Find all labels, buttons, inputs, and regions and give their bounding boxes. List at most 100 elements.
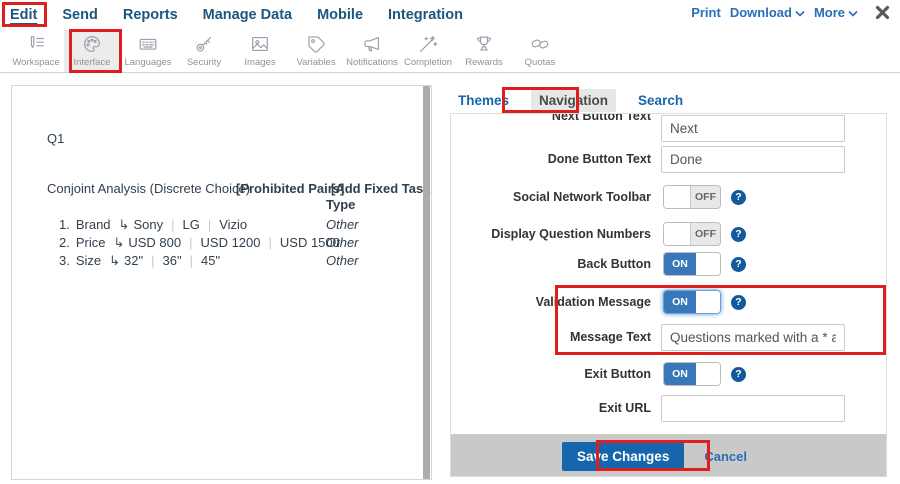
- attribute-definition: 1.Brand↳Sony|LG|Vizio: [59, 217, 247, 233]
- prohibited-pairs-link[interactable]: [Prohibited Pairs]: [236, 181, 344, 196]
- notifications-megaphone-icon: [361, 33, 383, 55]
- toggle-state-label: OFF: [690, 186, 720, 208]
- attribute-name: Price: [76, 235, 106, 250]
- level-separator: |: [269, 235, 272, 250]
- toolbar-item-interface[interactable]: Interface: [64, 30, 120, 72]
- level-separator: |: [208, 217, 211, 232]
- toggle-state-label: ON: [664, 291, 696, 313]
- toolbar-item-label: Variables: [297, 57, 336, 68]
- chevron-down-icon: [795, 5, 805, 20]
- toggle-state-label: OFF: [690, 223, 720, 245]
- nav-item-integration[interactable]: Integration: [388, 7, 463, 23]
- toggle-empty-segment: [696, 253, 720, 275]
- input-done-button-text[interactable]: [661, 146, 845, 173]
- field-label-next-button-text: Next Button Text: [451, 113, 661, 124]
- attribute-level: USD 800: [128, 235, 181, 250]
- workspace-icon: [25, 33, 47, 55]
- help-icon[interactable]: ?: [731, 367, 746, 382]
- tab-navigation[interactable]: Navigation: [531, 89, 616, 112]
- type-column-header: Type: [326, 197, 355, 212]
- field-label-back-button: Back Button: [451, 257, 661, 272]
- help-icon[interactable]: ?: [731, 190, 746, 205]
- rewards-trophy-icon: [473, 33, 495, 55]
- toolbar-item-workspace[interactable]: Workspace: [8, 30, 64, 72]
- toolbar-item-label: Quotas: [525, 57, 556, 68]
- left-panel-scrollbar[interactable]: [423, 86, 430, 479]
- form-row-done-button-text: Done Button Text: [451, 146, 886, 173]
- toggle-exit-button[interactable]: ON: [663, 362, 721, 386]
- input-exit-url[interactable]: [661, 395, 845, 422]
- attribute-type: Other: [326, 217, 359, 232]
- toolbar-item-quotas[interactable]: Quotas: [512, 30, 568, 72]
- toggle-empty-segment: [664, 186, 690, 208]
- input-next-button-text[interactable]: [661, 115, 845, 142]
- attribute-type: Other: [326, 235, 359, 250]
- toolbar-item-languages[interactable]: Languages: [120, 30, 176, 72]
- attribute-number: 3.: [59, 253, 70, 268]
- attribute-level: LG: [182, 217, 199, 232]
- level-separator: |: [171, 217, 174, 232]
- conjoint-attribute-row: 1.Brand↳Sony|LG|VizioOther: [12, 217, 431, 235]
- cancel-link[interactable]: Cancel: [704, 449, 747, 464]
- toolbar-item-rewards[interactable]: Rewards: [456, 30, 512, 72]
- toggle-display-question-numbers[interactable]: OFF: [663, 222, 721, 246]
- form-row-next-button-text: Next Button Text: [451, 115, 886, 142]
- print-link[interactable]: Print: [691, 5, 721, 20]
- toggle-validation-message[interactable]: ON: [663, 290, 721, 314]
- input-message-text[interactable]: [661, 324, 845, 351]
- toolbar-item-notifications[interactable]: Notifications: [344, 30, 400, 72]
- field-label-message-text: Message Text: [451, 330, 661, 345]
- toolbar-item-security[interactable]: Security: [176, 30, 232, 72]
- level-separator: |: [151, 253, 154, 268]
- download-dropdown[interactable]: Download: [730, 5, 805, 20]
- toggle-empty-segment: [664, 223, 690, 245]
- form-row-message-text: Message Text: [451, 324, 886, 351]
- attribute-number: 2.: [59, 235, 70, 250]
- attribute-name: Brand: [76, 217, 111, 232]
- navigation-settings-form: Save Changes Cancel Next Button Text Done…: [450, 113, 887, 477]
- nav-item-send[interactable]: Send: [62, 7, 97, 23]
- toolbar-item-label: Interface: [74, 57, 111, 68]
- toolbar-item-images[interactable]: Images: [232, 30, 288, 72]
- toggle-empty-segment: [696, 363, 720, 385]
- quotas-chain-icon: [529, 33, 551, 55]
- toolbar-item-variables[interactable]: Variables: [288, 30, 344, 72]
- attribute-name: Size: [76, 253, 101, 268]
- add-fixed-tasks-link[interactable]: [Add Fixed Tasks: [331, 181, 432, 196]
- help-icon[interactable]: ?: [731, 295, 746, 310]
- level-arrow-icon: ↳: [119, 217, 130, 232]
- toolbar-item-label: Security: [187, 57, 221, 68]
- nav-item-manage-data[interactable]: Manage Data: [203, 7, 292, 23]
- attribute-level: USD 1200: [201, 235, 261, 250]
- attribute-level: 45": [201, 253, 220, 268]
- toolbar-item-label: Languages: [124, 57, 171, 68]
- attribute-definition: 2.Price↳USD 800|USD 1200|USD 1500: [59, 235, 340, 251]
- app-window: Edit Send Reports Manage Data Mobile Integrat…: [0, 0, 900, 484]
- attribute-level: 36": [163, 253, 182, 268]
- toolbar: Workspace Interface Languages Security Image…: [0, 30, 900, 73]
- form-row-exit-url: Exit URL: [451, 395, 886, 422]
- help-icon[interactable]: ?: [731, 257, 746, 272]
- nav-item-edit[interactable]: Edit: [10, 7, 37, 23]
- tab-search[interactable]: Search: [630, 89, 691, 112]
- close-icon[interactable]: [875, 5, 890, 20]
- level-arrow-icon: ↳: [109, 253, 120, 268]
- languages-keyboard-icon: [137, 33, 159, 55]
- nav-item-mobile[interactable]: Mobile: [317, 7, 363, 23]
- nav-item-reports[interactable]: Reports: [123, 7, 178, 23]
- form-row-display-question-numbers: Display Question NumbersOFF?: [451, 222, 886, 246]
- panel-actions: Print Download More: [691, 0, 890, 25]
- toolbar-item-completion[interactable]: Completion: [400, 30, 456, 72]
- field-label-exit-button: Exit Button: [451, 367, 661, 382]
- toolbar-item-label: Completion: [404, 57, 452, 68]
- more-dropdown[interactable]: More: [814, 5, 858, 20]
- interface-palette-icon: [81, 33, 103, 55]
- toggle-social-network-toolbar[interactable]: OFF: [663, 185, 721, 209]
- toolbar-item-label: Rewards: [465, 57, 503, 68]
- save-changes-button[interactable]: Save Changes: [562, 442, 684, 471]
- toggle-back-button[interactable]: ON: [663, 252, 721, 276]
- toolbar-item-label: Images: [244, 57, 275, 68]
- images-icon: [249, 33, 271, 55]
- help-icon[interactable]: ?: [731, 227, 746, 242]
- tab-themes[interactable]: Themes: [450, 89, 517, 112]
